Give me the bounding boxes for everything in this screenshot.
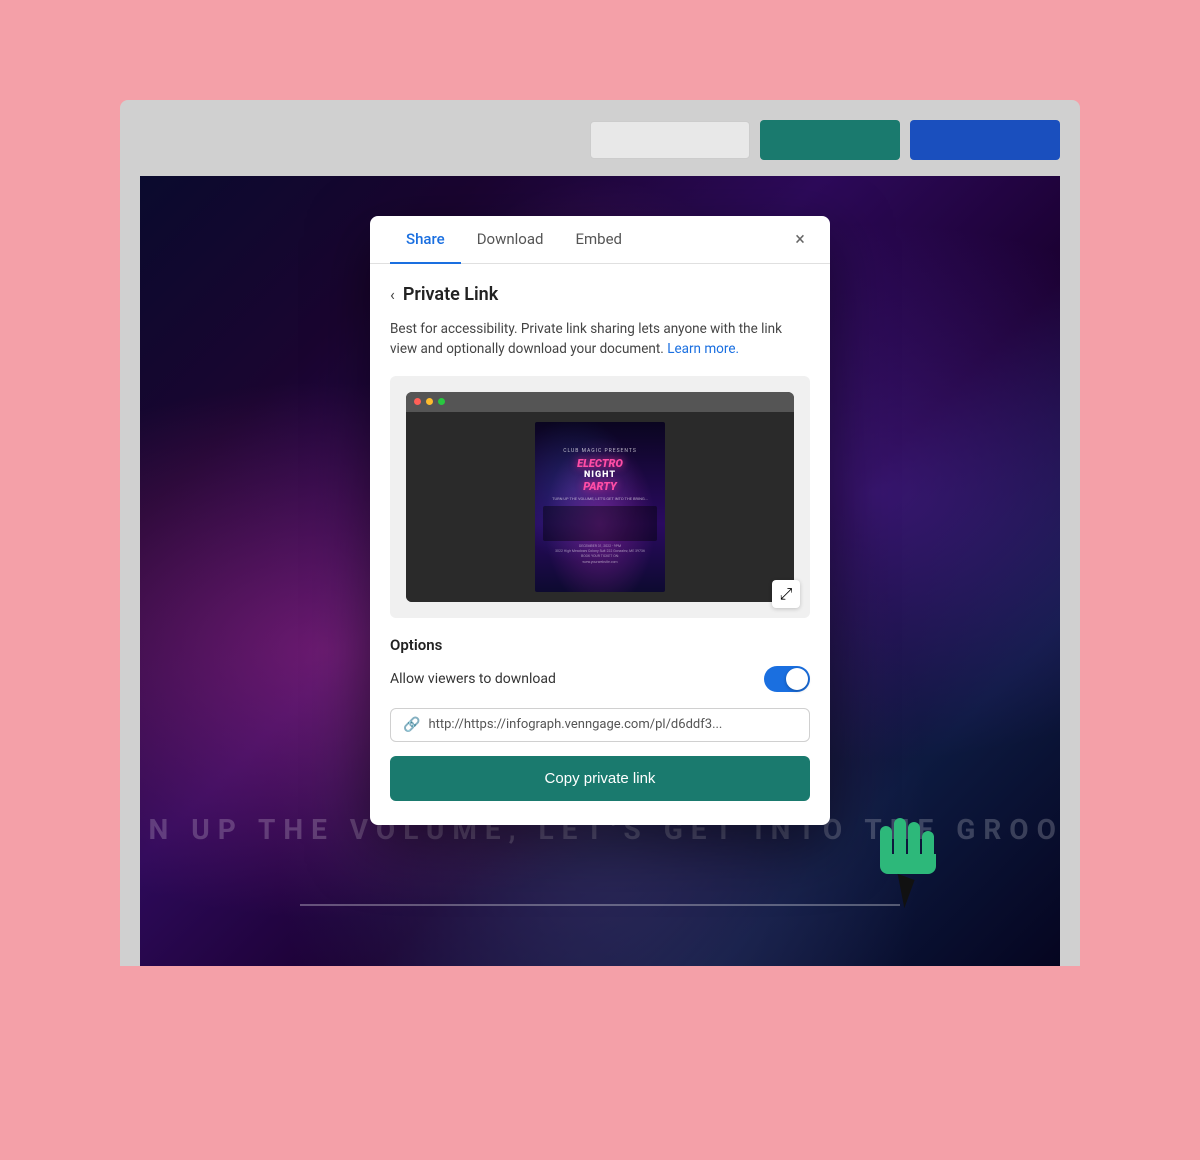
toolbar-blue-button[interactable] [910, 120, 1060, 160]
options-heading: Options [390, 636, 810, 654]
flyer-tagline: TURN UP THE VOLUME, LET'S GET INTO THE B… [552, 496, 648, 502]
flyer-crowd-image [543, 506, 657, 541]
allow-download-label: Allow viewers to download [390, 671, 556, 687]
back-navigation: ‹ Private Link [390, 284, 810, 305]
modal-body: ‹ Private Link Best for accessibility. P… [370, 264, 830, 825]
canvas-area: CLUB MAGIC PRESENTS NI TY TURN UP THE VO… [140, 176, 1060, 966]
flyer-title-party: PARTY [583, 480, 616, 493]
tab-embed[interactable]: Embed [559, 216, 638, 264]
dot-yellow [426, 398, 433, 405]
flyer-title-electro: ELECTRO [577, 458, 623, 470]
modal-tab-bar: Share Download Embed × [370, 216, 830, 264]
copy-private-link-button[interactable]: Copy private link [390, 756, 810, 801]
browser-toolbar [140, 120, 1060, 176]
back-arrow-icon[interactable]: ‹ [390, 285, 395, 304]
expand-button[interactable]: ⤢ [772, 580, 800, 608]
modal-overlay: Share Download Embed × ‹ Private Link Be… [140, 176, 1060, 966]
url-input-row[interactable]: 🔗 http://https://infograph.venngage.com/… [390, 708, 810, 742]
url-value: http://https://infograph.venngage.com/pl… [428, 717, 797, 732]
allow-download-row: Allow viewers to download [390, 666, 810, 692]
bottom-bar [0, 966, 1200, 1066]
preview-titlebar [406, 392, 794, 412]
link-icon: 🔗 [403, 717, 420, 733]
top-bar [0, 0, 1200, 100]
modal-title: Private Link [403, 284, 498, 305]
browser-chrome: CLUB MAGIC PRESENTS NI TY TURN UP THE VO… [120, 100, 1080, 966]
preview-content: CLUB MAGIC PRESENTS ELECTRO NIGHT PARTY … [406, 412, 794, 602]
tab-share[interactable]: Share [390, 216, 461, 264]
toolbar-green-button[interactable] [760, 120, 900, 160]
tab-download[interactable]: Download [461, 216, 560, 264]
flyer-thumbnail: CLUB MAGIC PRESENTS ELECTRO NIGHT PARTY … [535, 422, 665, 592]
toggle-knob [786, 668, 808, 690]
allow-download-toggle[interactable] [764, 666, 810, 692]
toolbar-input[interactable] [590, 121, 750, 159]
dot-red [414, 398, 421, 405]
modal-description: Best for accessibility. Private link sha… [390, 319, 810, 360]
dot-green [438, 398, 445, 405]
preview-box: CLUB MAGIC PRESENTS ELECTRO NIGHT PARTY … [390, 376, 810, 618]
learn-more-link[interactable]: Learn more. [667, 341, 739, 357]
modal-close-button[interactable]: × [786, 226, 814, 254]
flyer-footer: DECEMBER 31, 2022 - 9PM 3022 High Meadow… [555, 544, 645, 565]
flyer-title-night: NIGHT [584, 470, 616, 480]
browser-preview: CLUB MAGIC PRESENTS ELECTRO NIGHT PARTY … [406, 392, 794, 602]
share-modal: Share Download Embed × ‹ Private Link Be… [370, 216, 830, 825]
flyer-subtitle: CLUB MAGIC PRESENTS [563, 448, 637, 454]
expand-icon: ⤢ [780, 584, 793, 604]
